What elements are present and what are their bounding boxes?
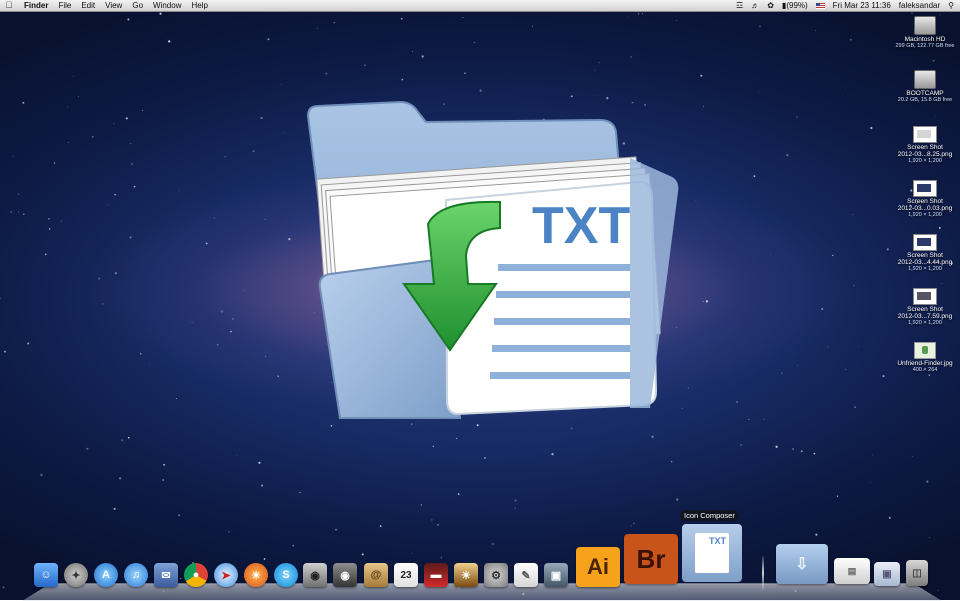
volume-icon[interactable]: ♬ (751, 0, 759, 11)
launchpad-icon[interactable]: ✦ (64, 563, 88, 587)
bluetooth-icon[interactable]: ✿ (767, 0, 774, 11)
firefox-icon[interactable]: ☀ (244, 563, 268, 587)
illustrator-icon[interactable]: Ai (576, 547, 620, 587)
menu-clock[interactable]: Fri Mar 23 11:36 (833, 0, 891, 11)
menu-help[interactable]: Help (191, 0, 207, 11)
wifi-icon[interactable]: ☲ (736, 0, 743, 11)
image-file-icon (913, 234, 937, 251)
photo-app-icon[interactable]: ▬ (424, 563, 448, 587)
desktop-item-bootcamp[interactable]: BOOTCAMP 20.2 GB, 15.8 GB free (890, 70, 960, 103)
dock-divider (762, 556, 764, 590)
desktop-item-label: BOOTCAMP (906, 90, 944, 97)
bridge-icon[interactable]: Br (624, 534, 678, 584)
image-file-icon (913, 180, 937, 197)
battery-percent: (99%) (786, 1, 808, 10)
dock-tooltip: Icon Composer (680, 510, 739, 521)
desktop-item-macintosh-hd[interactable]: Macintosh HD 299 GB, 122.77 GB free (890, 16, 960, 49)
textedit-icon[interactable]: ✎ (514, 563, 538, 587)
address-book-icon[interactable]: @ (364, 563, 388, 587)
chrome-icon[interactable]: ● (184, 563, 208, 587)
desktop-item-label: Screen Shot (907, 306, 943, 313)
desktop-item-screenshot-4[interactable]: Screen Shot 2012-03...7.59.png 1,920 × 1… (890, 288, 960, 326)
menu-go[interactable]: Go (132, 0, 143, 11)
mail-icon[interactable]: ✉ (154, 563, 178, 587)
battery-status[interactable]: ▮(99%) (782, 0, 808, 11)
photo-booth-icon[interactable]: ◉ (333, 563, 357, 587)
desktop-item-label: Screen Shot (907, 198, 943, 205)
itunes-icon[interactable]: ♫ (124, 563, 148, 587)
desktop-item-info: 1,920 × 1,200 (908, 212, 942, 218)
ical-day: 23 (400, 569, 412, 581)
desktop-item-filename: 2012-03...8.25.png (897, 151, 953, 158)
menu-edit[interactable]: Edit (81, 0, 95, 11)
menu-view[interactable]: View (105, 0, 122, 11)
app-store-icon[interactable]: A (94, 563, 118, 587)
txt-label: TXT (532, 197, 630, 255)
image-file-icon (913, 126, 937, 143)
txt-folder-large-icon: TXT (306, 100, 679, 419)
desktop-item-label: Unfriend-Finder.jpg (897, 360, 953, 367)
desktop-item-info: 20.2 GB, 15.8 GB free (897, 97, 953, 103)
desktop-item-filename: 2012-03...4.44.png (897, 259, 953, 266)
menu-bar:  Finder File Edit View Go Window Help ☲… (0, 0, 960, 12)
menu-window[interactable]: Window (153, 0, 181, 11)
skype-icon[interactable]: S (274, 563, 298, 587)
desktop-item-info: 299 GB, 122.77 GB free (895, 43, 955, 49)
facetime-icon[interactable]: ◉ (303, 563, 327, 587)
menu-app-name[interactable]: Finder (24, 0, 48, 11)
desktop-item-filename: 2012-03...0.03.png (897, 205, 953, 212)
documents-stack-icon[interactable]: ▤ (834, 558, 870, 584)
icon-composer-icon[interactable]: TXT (682, 524, 742, 582)
icon-composer-document: TXT (695, 533, 729, 573)
bridge-label: Br (636, 543, 666, 574)
desktop-item-screenshot-2[interactable]: Screen Shot 2012-03...0.03.png 1,920 × 1… (890, 180, 960, 218)
hard-drive-icon (914, 16, 936, 35)
image-file-icon (914, 342, 936, 359)
desktop-item-info: 1,920 × 1,200 (908, 158, 942, 164)
downloads-stack-icon[interactable]: ⇩ (776, 544, 828, 584)
illustrator-label: Ai (587, 554, 609, 579)
icon-composer-label: TXT (709, 536, 726, 546)
desktop-item-info: 1,920 × 1,200 (908, 266, 942, 272)
apple-menu-icon[interactable]:  (4, 0, 14, 11)
menu-user[interactable]: faleksandar (899, 0, 940, 11)
hard-drive-icon (914, 70, 936, 89)
desktop-item-filename: 2012-03...7.59.png (897, 313, 953, 320)
safari-icon[interactable]: ➤ (214, 563, 238, 587)
trash-icon[interactable]: ◫ (906, 560, 928, 586)
applications-stack-icon[interactable]: ▣ (874, 562, 900, 586)
desktop-item-info: 1,920 × 1,200 (908, 320, 942, 326)
spotlight-search-icon[interactable]: ⚲ (948, 0, 954, 11)
ical-icon[interactable]: 23 (394, 563, 418, 587)
menu-file[interactable]: File (58, 0, 71, 11)
system-preferences-icon[interactable]: ⚙ (484, 563, 508, 587)
desktop-item-label: Screen Shot (907, 252, 943, 259)
desktop-item-screenshot-1[interactable]: Screen Shot 2012-03...8.25.png 1,920 × 1… (890, 126, 960, 164)
desktop-item-info: 400 × 264 (912, 367, 938, 373)
desktop-item-screenshot-3[interactable]: Screen Shot 2012-03...4.44.png 1,920 × 1… (890, 234, 960, 272)
finder-icon[interactable]: ☺ (34, 563, 58, 587)
preview-icon[interactable]: ▣ (544, 563, 568, 587)
image-file-icon (913, 288, 937, 305)
desktop-item-unfriend-finder[interactable]: Unfriend-Finder.jpg 400 × 264 (890, 342, 960, 373)
desktop-item-label: Screen Shot (907, 144, 943, 151)
iphoto-icon[interactable]: ☀ (454, 563, 478, 587)
desktop-item-label: Macintosh HD (904, 36, 946, 43)
input-source-flag-icon[interactable] (815, 2, 825, 9)
